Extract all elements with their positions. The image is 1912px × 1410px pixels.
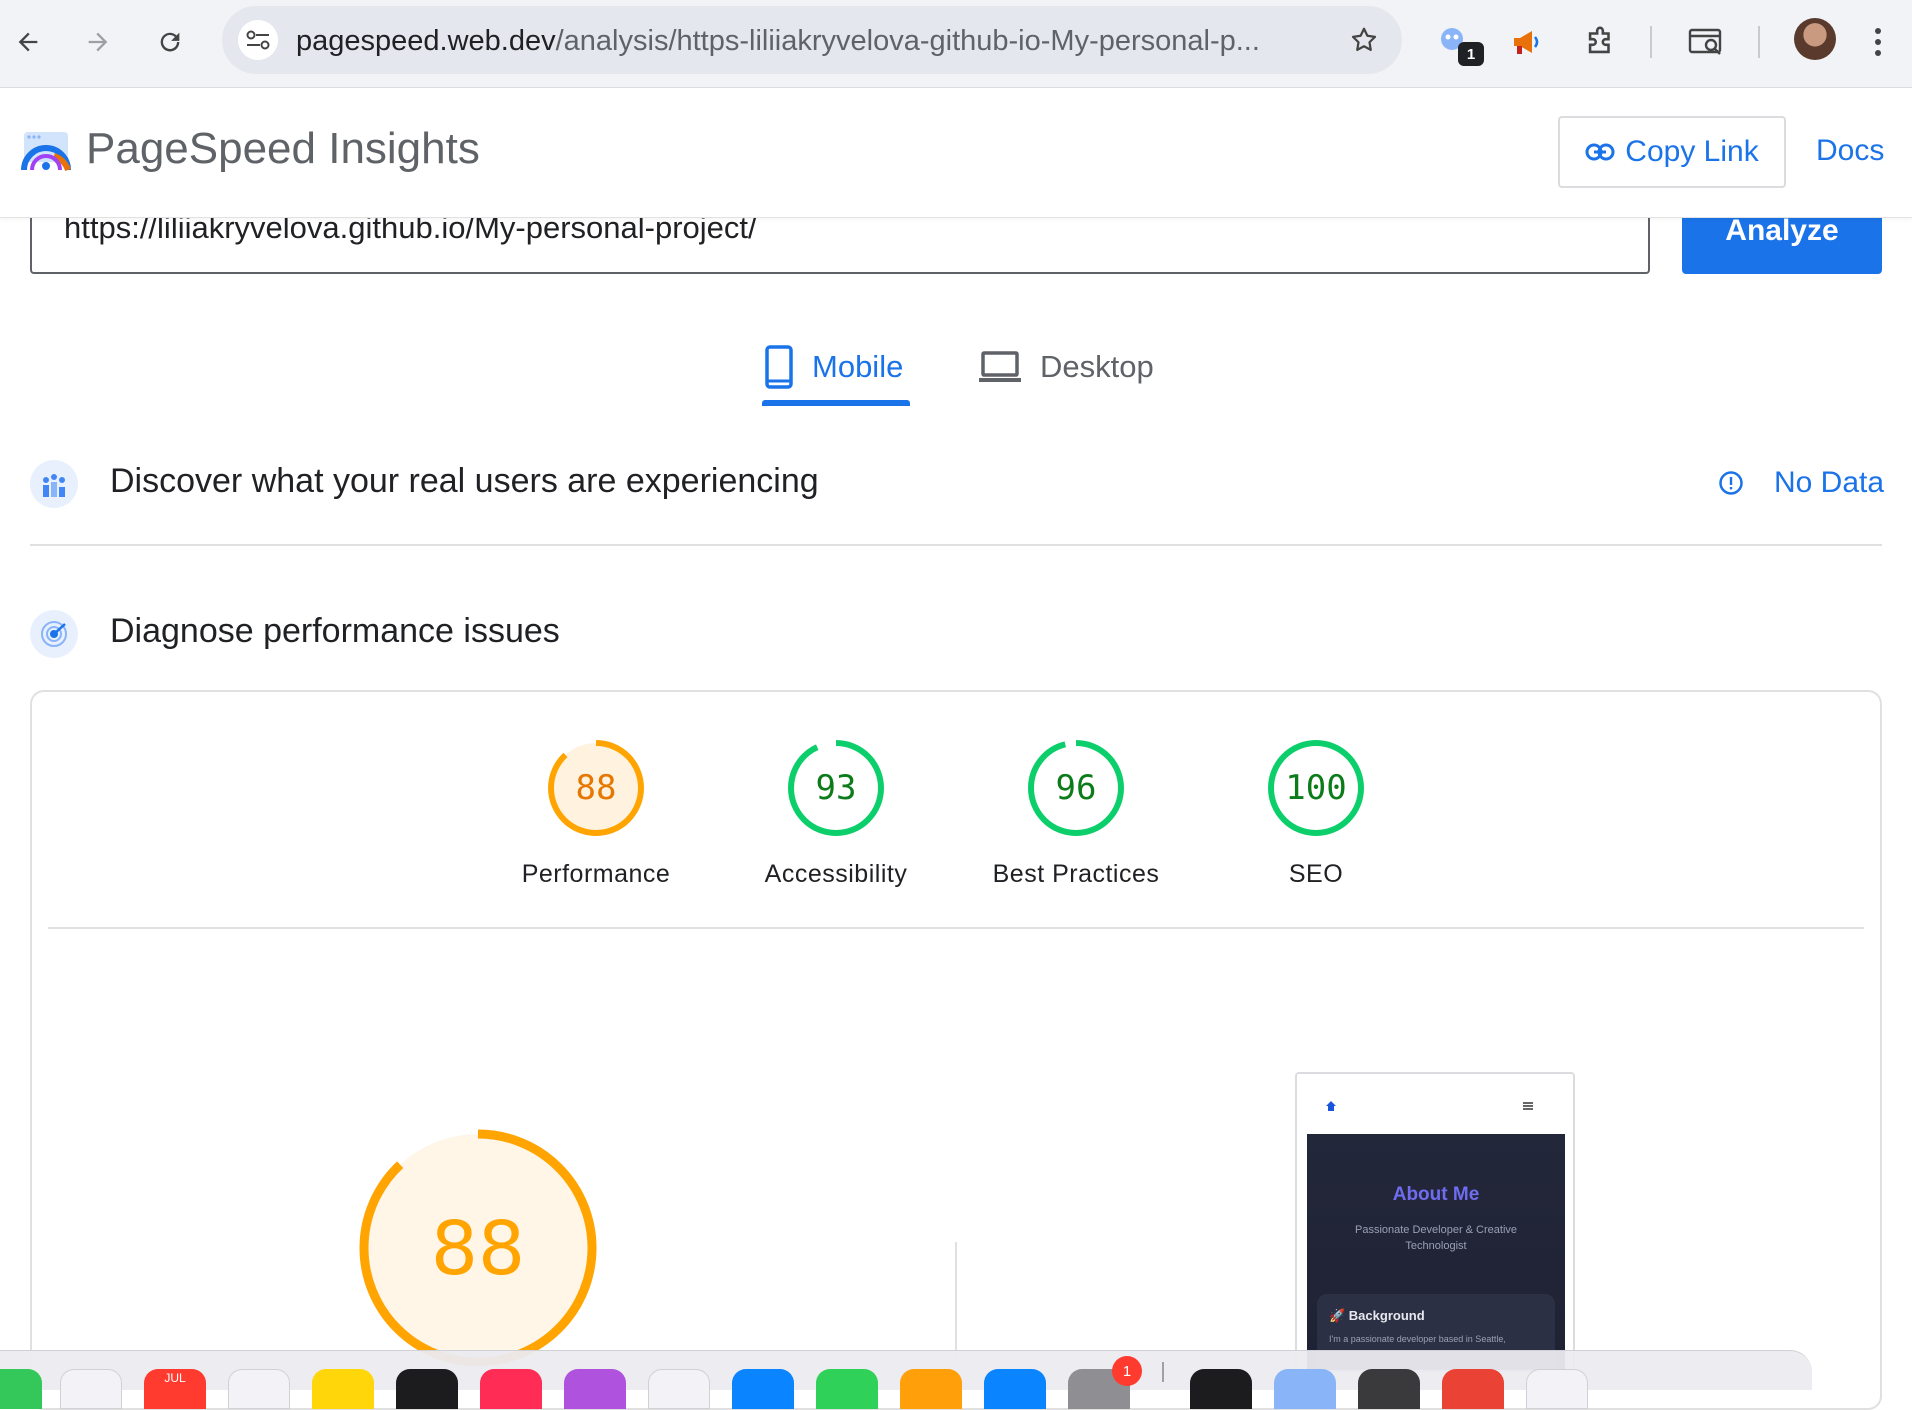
- best-practices-label: Best Practices: [992, 860, 1160, 888]
- best-practices-gauge-ring: 96: [1028, 740, 1124, 836]
- no-data-label: No Data: [1774, 466, 1885, 499]
- numbers-app-icon[interactable]: [816, 1369, 878, 1409]
- macos-dock: JUL: [0, 1350, 1812, 1409]
- tab-search-button[interactable]: [1682, 18, 1730, 66]
- preview-card-title: 🚀 Background: [1329, 1308, 1425, 1323]
- accessibility-label: Accessibility: [764, 860, 908, 888]
- copy-link-label: Copy Link: [1625, 135, 1759, 168]
- forward-button[interactable]: [72, 16, 124, 68]
- copy-link-button[interactable]: Copy Link: [1558, 116, 1786, 188]
- browser-toolbar: pagespeed.web.dev/analysis/https-liliiak…: [0, 0, 1912, 88]
- pages-app-icon[interactable]: [900, 1369, 962, 1409]
- contacts-app-icon[interactable]: [228, 1369, 290, 1409]
- section-divider: [30, 544, 1882, 546]
- url-path: /analysis/https-liliiakryvelova-github-i…: [555, 25, 1260, 57]
- tab-desktop[interactable]: Desktop: [978, 330, 1154, 404]
- dock-separator: [1162, 1362, 1164, 1382]
- calendar-app-icon[interactable]: JUL: [144, 1369, 206, 1409]
- info-icon: [1719, 471, 1743, 495]
- seo-gauge[interactable]: 100 SEO: [1216, 738, 1416, 889]
- profile-avatar[interactable]: [1794, 18, 1836, 60]
- diagnose-icon: [30, 610, 78, 658]
- field-data-title: Discover what your real users are experi…: [110, 462, 819, 500]
- tab-search-icon: [1688, 28, 1722, 55]
- calendar-month: JUL: [164, 1371, 186, 1385]
- bookmark-star-icon[interactable]: [1344, 20, 1384, 60]
- notes-app-icon[interactable]: [312, 1369, 374, 1409]
- megaphone-icon: [1514, 31, 1539, 54]
- extensions-button[interactable]: [1576, 18, 1624, 66]
- terminal-app-icon[interactable]: [396, 1369, 458, 1409]
- accessibility-score: 93: [816, 768, 857, 808]
- app-title: PageSpeed Insights: [86, 124, 480, 173]
- url-host: pagespeed.web.dev: [296, 25, 556, 57]
- more-menu-icon[interactable]: [1868, 22, 1888, 62]
- pagespeed-logo-icon: [21, 132, 71, 172]
- puzzle-piece-icon: [1588, 26, 1610, 54]
- seo-label: SEO: [1288, 860, 1344, 888]
- tab-mobile-label: Mobile: [812, 349, 904, 384]
- toolbar-separator: [1650, 26, 1652, 58]
- hamburger-menu-icon: [1523, 1102, 1533, 1110]
- photos-app-icon[interactable]: [648, 1369, 710, 1409]
- app-store-icon[interactable]: [984, 1369, 1046, 1409]
- big-performance-score: 88: [431, 1206, 525, 1292]
- performance-gauge-ring: 88: [548, 740, 644, 836]
- card-divider: [48, 927, 1864, 929]
- link-icon: [1585, 143, 1615, 161]
- extension-counter-button[interactable]: 1: [1430, 18, 1484, 66]
- lab-data-title: Diagnose performance issues: [110, 612, 560, 650]
- docs-link[interactable]: Docs: [1816, 134, 1884, 168]
- back-button[interactable]: [2, 16, 54, 68]
- seo-score: 100: [1285, 768, 1346, 808]
- laptop-icon: [979, 351, 1021, 382]
- messages-app-icon[interactable]: [0, 1369, 42, 1409]
- best-practices-score: 96: [1056, 768, 1097, 808]
- preview-card-text: I'm a passionate developer based in Seat…: [1329, 1334, 1506, 1344]
- arrow-right-icon: [88, 32, 108, 52]
- performance-label: Performance: [521, 860, 671, 888]
- vscode-app-icon[interactable]: [1358, 1369, 1420, 1409]
- tab-mobile[interactable]: Mobile: [764, 330, 903, 404]
- tab-desktop-label: Desktop: [1040, 349, 1154, 384]
- reload-icon: [160, 32, 180, 52]
- best-practices-gauge[interactable]: 96 Best Practices: [976, 738, 1176, 889]
- finder-app-icon[interactable]: [60, 1369, 122, 1409]
- music-app-icon[interactable]: [480, 1369, 542, 1409]
- big-performance-gauge: 88: [359, 1129, 597, 1367]
- toolbar-separator: [1758, 26, 1760, 58]
- performance-score: 88: [576, 768, 617, 808]
- real-users-icon: [30, 460, 78, 508]
- address-url: pagespeed.web.dev/analysis/https-liliiak…: [296, 25, 1296, 58]
- megaphone-extension-button[interactable]: [1502, 18, 1550, 66]
- seo-gauge-ring: 100: [1268, 740, 1364, 836]
- metrics-divider: [955, 1242, 957, 1362]
- no-data-link[interactable]: No Data: [1718, 466, 1884, 500]
- podcasts-app-icon[interactable]: [564, 1369, 626, 1409]
- preview-hero-subtitle: Passionate Developer & Creative Technolo…: [1354, 1224, 1518, 1252]
- extension-badge: 1: [1458, 42, 1484, 66]
- final-screenshot-preview[interactable]: About Me Passionate Developer & Creative…: [1295, 1072, 1575, 1372]
- preview-hero: About Me Passionate Developer & Creative…: [1307, 1134, 1565, 1370]
- smartphone-icon: [765, 345, 793, 389]
- preview-app-icon[interactable]: [1274, 1369, 1336, 1409]
- preview-navbar: [1297, 1074, 1573, 1134]
- address-bar[interactable]: pagespeed.web.dev/analysis/https-liliiak…: [222, 6, 1402, 74]
- app-header: PageSpeed Insights Copy Link Docs: [0, 88, 1912, 218]
- accessibility-gauge-ring: 93: [788, 740, 884, 836]
- terminal-window-icon[interactable]: [1190, 1369, 1252, 1409]
- active-tab-indicator: [762, 400, 910, 406]
- preview-hero-title: About Me: [1392, 1184, 1480, 1205]
- performance-gauge[interactable]: 88 Performance: [496, 738, 696, 889]
- home-icon: [1326, 1101, 1336, 1111]
- teams-app-icon[interactable]: [1526, 1369, 1588, 1409]
- arrow-left-icon: [18, 32, 38, 52]
- keynote-app-icon[interactable]: [732, 1369, 794, 1409]
- reload-button[interactable]: [144, 16, 196, 68]
- accessibility-gauge[interactable]: 93 Accessibility: [736, 738, 936, 889]
- chrome-app-icon[interactable]: [1442, 1369, 1504, 1409]
- site-settings-icon[interactable]: [238, 20, 278, 60]
